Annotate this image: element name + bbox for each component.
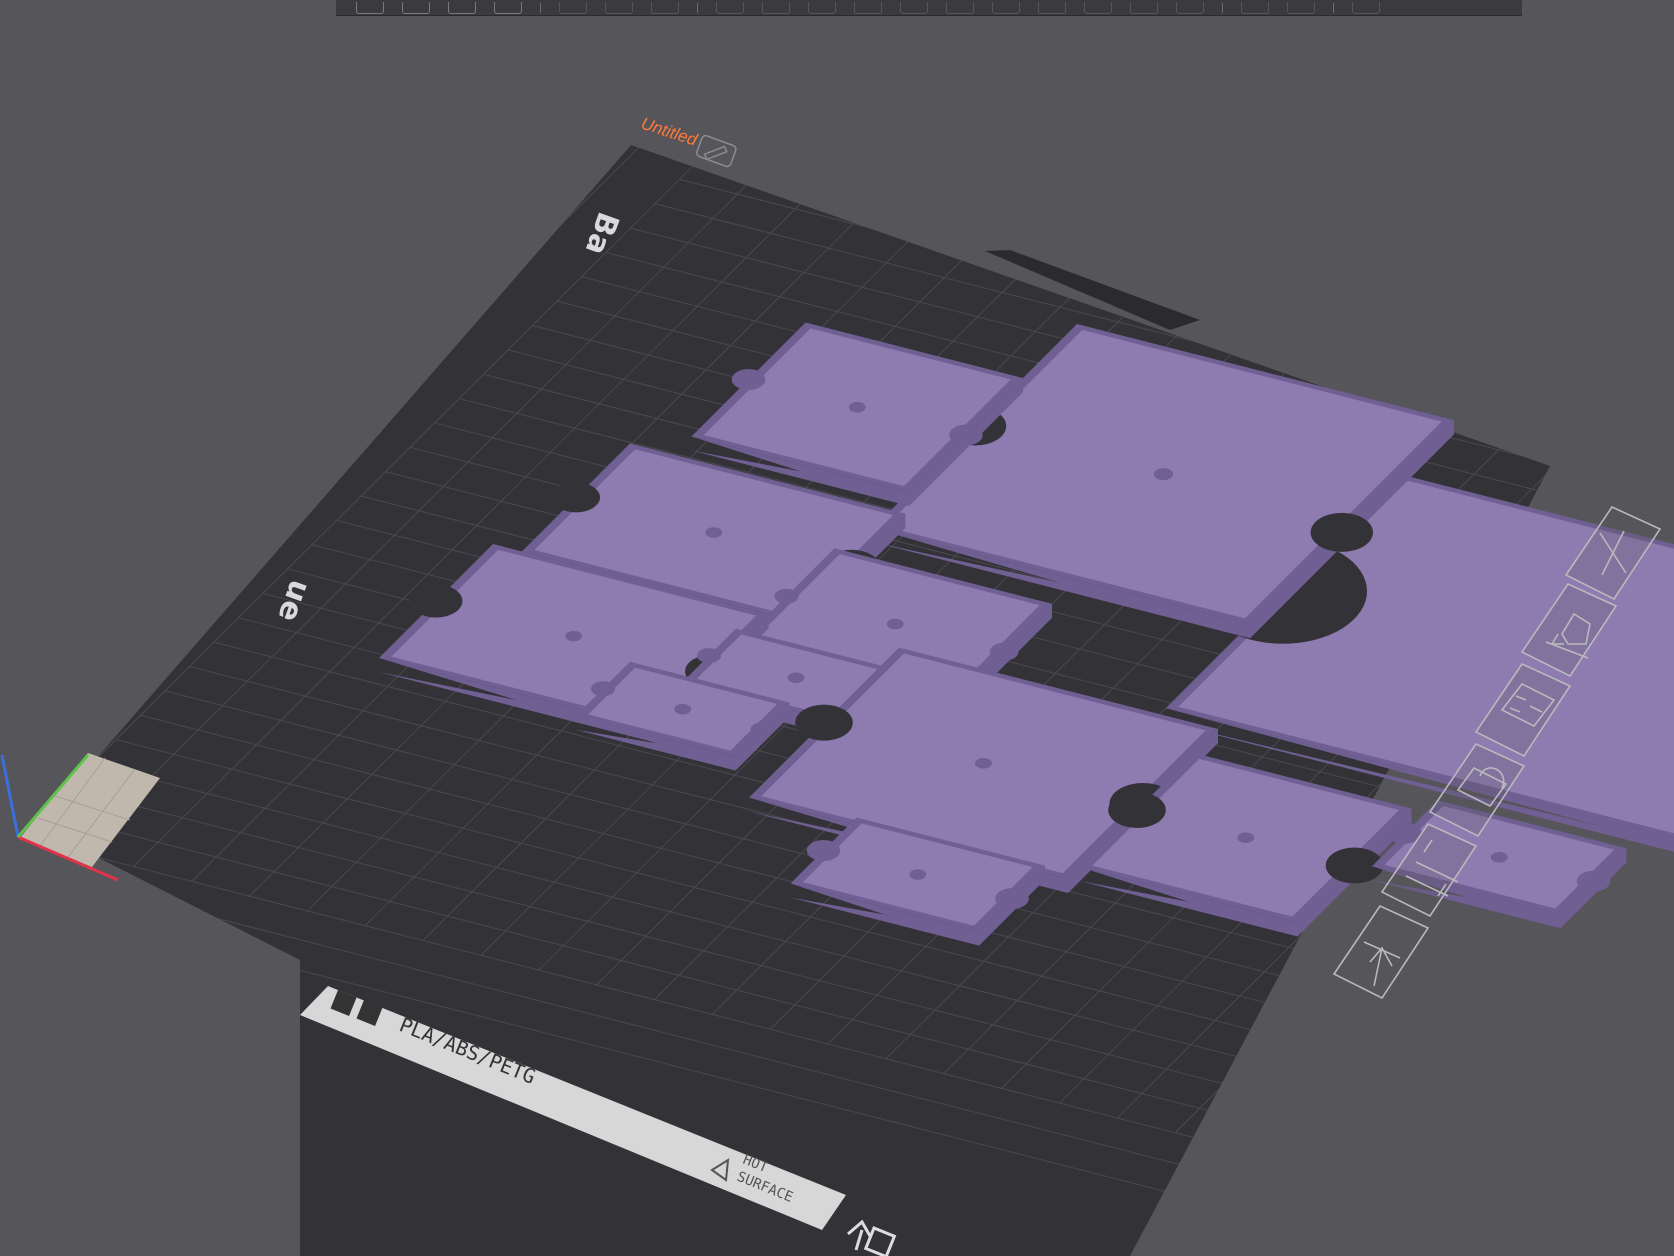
- finger-hole: [774, 588, 799, 604]
- finger-hole: [552, 482, 600, 513]
- finger-hole: [565, 630, 583, 642]
- finger-hole: [1310, 512, 1374, 552]
- finger-hole: [409, 584, 463, 618]
- finger-hole: [1490, 852, 1508, 863]
- finger-hole: [989, 642, 1019, 661]
- finger-hole: [886, 618, 904, 630]
- move-plate-to-top-button[interactable]: [1332, 904, 1430, 1000]
- finger-hole: [909, 869, 927, 880]
- finger-hole: [731, 369, 766, 390]
- finger-hole: [1237, 832, 1255, 843]
- z-axis: [0, 754, 20, 838]
- finger-hole: [705, 527, 723, 538]
- project-name: Untitled: [639, 114, 700, 150]
- finger-hole: [697, 648, 721, 664]
- finger-hole: [787, 672, 805, 684]
- finger-hole: [1108, 792, 1166, 828]
- finger-hole: [795, 704, 853, 741]
- finger-hole: [975, 758, 992, 769]
- pencil-icon: [703, 145, 728, 161]
- 3d-viewport[interactable]: Ba ue PLA/ABS/PETG HOT SURFACE Untitled: [0, 0, 1674, 1256]
- finger-hole: [591, 681, 615, 697]
- finger-hole: [806, 840, 841, 861]
- edit-name-button[interactable]: [696, 134, 737, 168]
- finger-hole: [949, 424, 983, 446]
- finger-hole: [674, 703, 692, 715]
- finger-hole: [1153, 468, 1174, 481]
- finger-hole: [1576, 870, 1611, 892]
- finger-hole: [995, 888, 1029, 910]
- finger-hole: [750, 722, 775, 737]
- finger-hole: [848, 402, 866, 413]
